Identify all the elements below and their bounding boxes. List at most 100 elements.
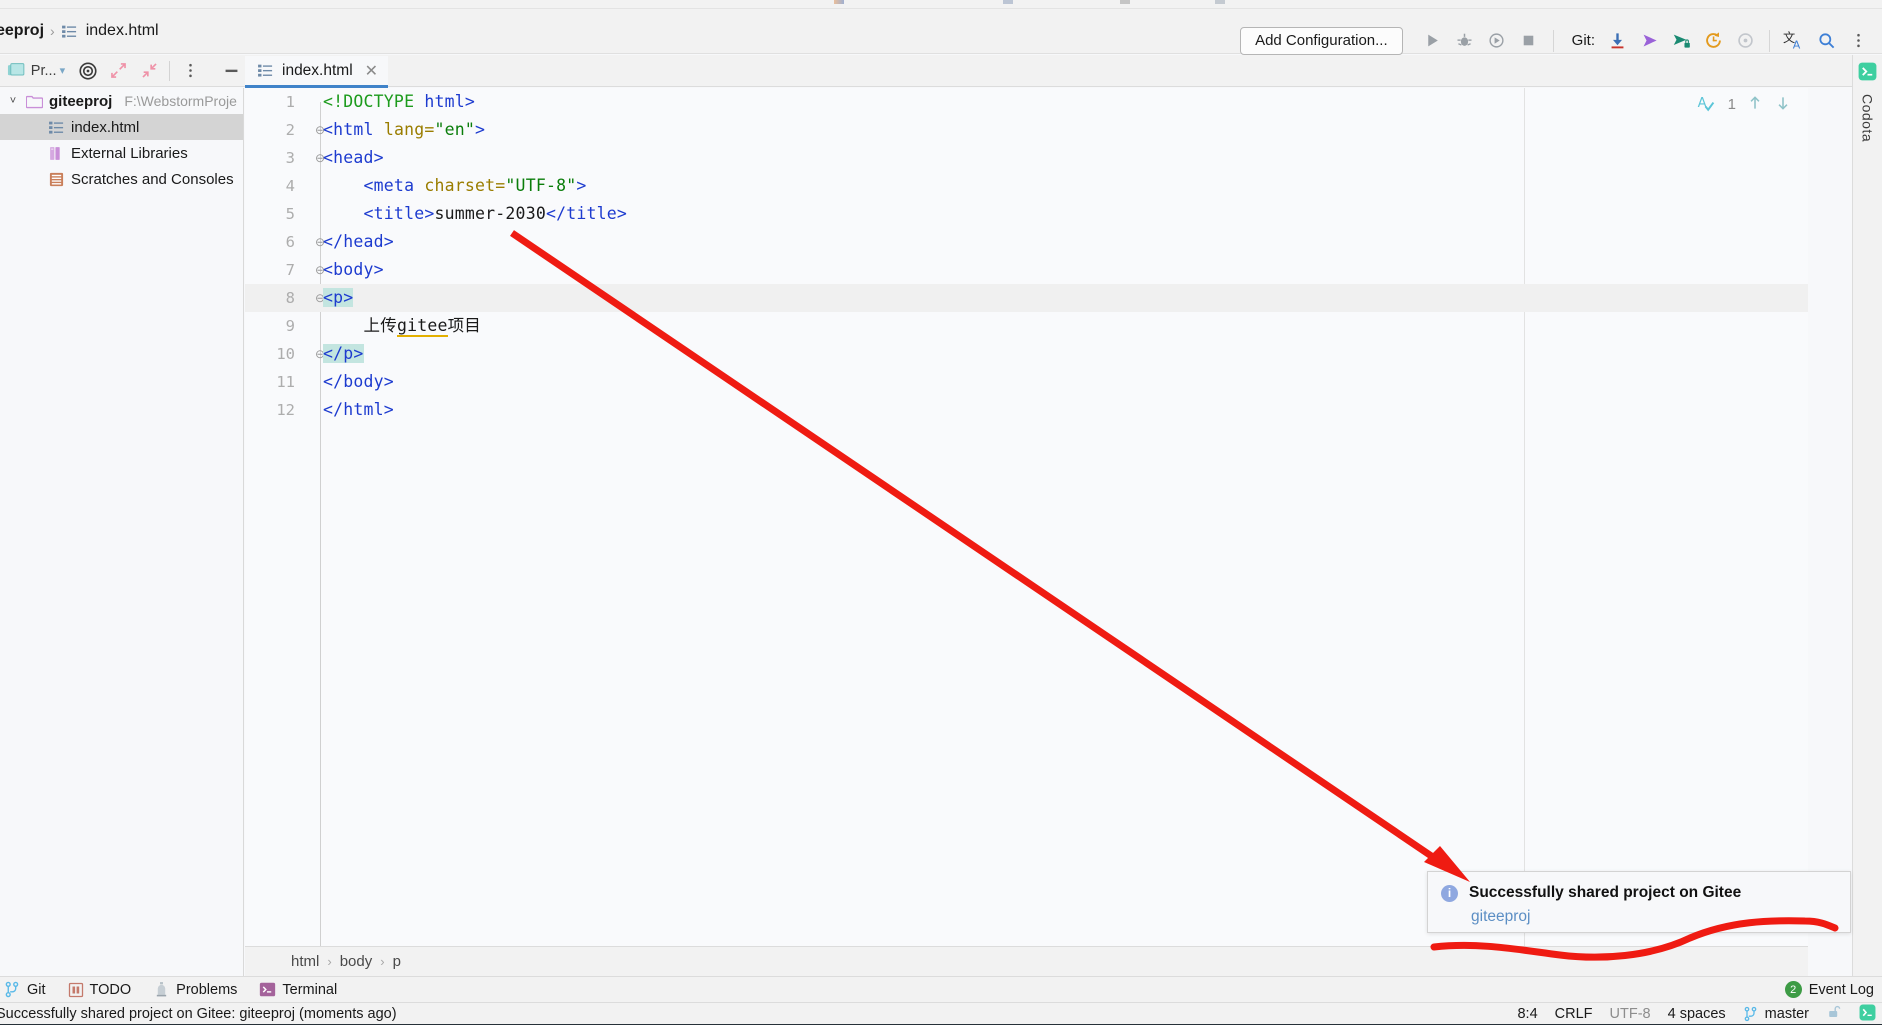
html-file-icon bbox=[258, 64, 273, 77]
library-icon bbox=[48, 145, 65, 162]
code-line[interactable]: 2 ⊖ <html lang="en"> bbox=[245, 116, 1808, 144]
tree-node-label: External Libraries bbox=[71, 144, 188, 162]
editor-tab-index-html[interactable]: index.html ✕ bbox=[245, 56, 389, 88]
svg-text:A: A bbox=[1697, 96, 1706, 111]
line-number: 9 bbox=[285, 317, 295, 335]
line-number: 11 bbox=[276, 373, 295, 391]
branch-widget[interactable]: master bbox=[1743, 1006, 1809, 1022]
rollback-icon[interactable] bbox=[1729, 25, 1761, 57]
code-token: <title> bbox=[323, 204, 435, 223]
bottom-item-git[interactable]: Git bbox=[4, 981, 46, 998]
tree-node-index-html[interactable]: index.html bbox=[0, 114, 243, 140]
project-tree[interactable]: ˅ giteeproj F:\WebstormProje index.html Exte… bbox=[0, 88, 244, 976]
code-token: </head> bbox=[323, 232, 394, 251]
add-configuration-button[interactable]: Add Configuration... bbox=[1240, 26, 1403, 55]
push-commits-icon[interactable] bbox=[1633, 25, 1665, 57]
tree-node-scratches-and-consoles[interactable]: Scratches and Consoles bbox=[0, 166, 243, 192]
translate-icon[interactable]: 文 A bbox=[1778, 25, 1810, 57]
code-token: <html bbox=[323, 120, 384, 139]
debug-icon[interactable] bbox=[1449, 25, 1481, 57]
line-separator[interactable]: CRLF bbox=[1555, 1006, 1593, 1022]
hide-window-icon[interactable] bbox=[219, 58, 244, 84]
tree-expand-arrow[interactable]: ˅ bbox=[6, 95, 20, 107]
breadcrumb-sep-2: › bbox=[380, 954, 385, 969]
update-project-icon[interactable] bbox=[1601, 25, 1633, 57]
unlocked-icon[interactable] bbox=[1826, 1004, 1842, 1024]
tree-node-giteeproj[interactable]: ˅ giteeproj F:\WebstormProje bbox=[0, 88, 243, 114]
commit-icon[interactable] bbox=[1665, 25, 1697, 57]
code-text: 上传gitee项目 bbox=[323, 312, 1808, 340]
rail-terminal-button[interactable] bbox=[1852, 55, 1882, 88]
project-toolwindow-header: Pr... ▾ bbox=[0, 55, 244, 87]
event-log-button[interactable]: 2 Event Log bbox=[1784, 981, 1874, 998]
codota-rail-label[interactable]: Codota bbox=[1860, 94, 1876, 142]
tree-node-external-libraries[interactable]: External Libraries bbox=[0, 140, 243, 166]
bottom-item-terminal[interactable]: Terminal bbox=[259, 981, 337, 998]
code-line[interactable]: 4 <meta charset="UTF-8"> bbox=[245, 172, 1808, 200]
code-text: </head> bbox=[323, 228, 1808, 256]
code-line[interactable]: 10 ⊖ </p> bbox=[245, 340, 1808, 368]
options-kebab-icon[interactable] bbox=[178, 58, 203, 84]
code-text: </p> bbox=[323, 340, 1808, 368]
code-line[interactable]: 6 ⊖ </head> bbox=[245, 228, 1808, 256]
code-line[interactable]: 12 </html> bbox=[245, 396, 1808, 424]
status-bar-right: 8:4 CRLF UTF-8 4 spaces master bbox=[1517, 1004, 1876, 1025]
code-line[interactable]: 11 </body> bbox=[245, 368, 1808, 396]
editor-breadcrumb: html › body › p bbox=[245, 946, 1808, 976]
code-text: </html> bbox=[323, 396, 1808, 424]
indent-setting[interactable]: 4 spaces bbox=[1668, 1006, 1726, 1022]
code-token: "UTF-8" bbox=[505, 176, 577, 195]
breadcrumb-item-html[interactable]: html bbox=[291, 953, 319, 970]
project-label-text: Pr... bbox=[30, 62, 57, 79]
project-toolwindow-label[interactable]: Pr... ▾ bbox=[31, 63, 65, 79]
caret-position[interactable]: 8:4 bbox=[1517, 1006, 1537, 1022]
collapse-all-icon[interactable] bbox=[137, 58, 162, 84]
arrow-up-icon[interactable] bbox=[1746, 94, 1764, 115]
bottom-item-todo[interactable]: TODO bbox=[68, 982, 131, 998]
breadcrumb-project[interactable]: eeproj bbox=[0, 22, 44, 40]
run-icon[interactable] bbox=[1417, 25, 1449, 57]
code-text: <body> bbox=[323, 256, 1808, 284]
tree-node-label: Scratches and Consoles bbox=[71, 170, 234, 188]
code-line[interactable]: 5 <title>summer-2030</title> bbox=[245, 200, 1808, 228]
code-surface[interactable]: 1 <!DOCTYPE html> 2 ⊖ <html lang="en"> 3 ⊖ <hea… bbox=[245, 88, 1808, 976]
history-icon[interactable] bbox=[1697, 25, 1729, 57]
branch-name: master bbox=[1764, 1006, 1809, 1022]
bottom-item-problems[interactable]: Problems bbox=[153, 981, 237, 998]
select-opened-file-icon[interactable] bbox=[75, 58, 100, 84]
close-icon[interactable]: ✕ bbox=[365, 61, 378, 81]
code-editor[interactable]: 1 <!DOCTYPE html> 2 ⊖ <html lang="en"> 3 ⊖ <hea… bbox=[245, 88, 1808, 976]
breadcrumb-file-label: index.html bbox=[85, 22, 159, 39]
terminal-icon bbox=[260, 982, 276, 997]
menu-ghost-2 bbox=[1003, 0, 1013, 4]
breadcrumb-file[interactable]: index.html bbox=[61, 22, 159, 40]
expand-all-icon[interactable] bbox=[106, 58, 131, 84]
status-message[interactable]: Successfully shared project on Gitee: gi… bbox=[0, 1006, 397, 1022]
code-line[interactable]: 8 ⊖ <p> bbox=[245, 284, 1808, 312]
breadcrumb-separator: › bbox=[50, 23, 55, 39]
notification-link[interactable]: giteeproj bbox=[1428, 902, 1850, 926]
run-with-coverage-icon[interactable] bbox=[1481, 25, 1513, 57]
inspection-widget[interactable]: A 1 bbox=[1697, 94, 1792, 115]
line-number: 4 bbox=[285, 177, 295, 195]
code-token: charset= bbox=[424, 176, 506, 195]
code-line[interactable]: 9 上传gitee项目 bbox=[245, 312, 1808, 340]
stop-icon[interactable] bbox=[1513, 25, 1545, 57]
chevron-down-icon[interactable]: ▾ bbox=[60, 64, 66, 77]
git-branch-icon bbox=[1744, 1006, 1757, 1022]
breadcrumb-item-p[interactable]: p bbox=[393, 953, 401, 970]
codota-rail[interactable]: Codota bbox=[1852, 88, 1882, 976]
search-everywhere-icon[interactable] bbox=[1810, 25, 1842, 57]
folder-icon bbox=[4, 58, 29, 84]
file-encoding[interactable]: UTF-8 bbox=[1610, 1006, 1651, 1022]
kebab-menu-icon[interactable] bbox=[1842, 25, 1874, 57]
terminal-icon[interactable] bbox=[1859, 1004, 1876, 1025]
arrow-down-icon[interactable] bbox=[1774, 94, 1792, 115]
line-number: 10 bbox=[276, 345, 295, 363]
notification-balloon[interactable]: i Successfully shared project on Gitee g… bbox=[1427, 871, 1851, 933]
code-token: </p> bbox=[323, 344, 364, 363]
breadcrumb-item-body[interactable]: body bbox=[340, 953, 373, 970]
code-line[interactable]: 7 ⊖ <body> bbox=[245, 256, 1808, 284]
code-line[interactable]: 1 <!DOCTYPE html> bbox=[245, 88, 1808, 116]
code-line[interactable]: 3 ⊖ <head> bbox=[245, 144, 1808, 172]
